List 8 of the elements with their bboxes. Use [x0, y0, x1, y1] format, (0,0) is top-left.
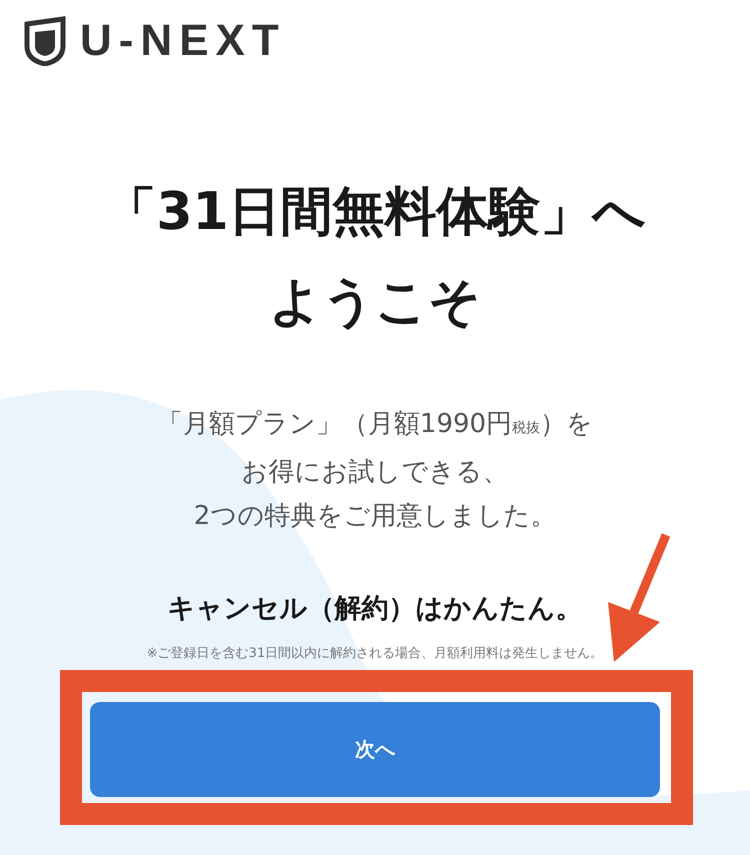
welcome-heading: 「31日間無料体験」へ	[104, 181, 646, 244]
footnote: ※ご登録日を含む31日間以内に解約される場合、月額利用料は発生しません。	[146, 645, 604, 662]
welcome-heading: ようこそ	[269, 271, 481, 334]
cancel-note: キャンセル（解約）はかんたん。	[168, 592, 582, 626]
intro-text: お得にお試しできる、	[241, 456, 508, 489]
next-button[interactable]: 次へ	[90, 702, 660, 797]
intro-text: 2つの特典をご用意しました。	[194, 500, 556, 533]
logo-text: U-NEXT	[80, 19, 286, 63]
